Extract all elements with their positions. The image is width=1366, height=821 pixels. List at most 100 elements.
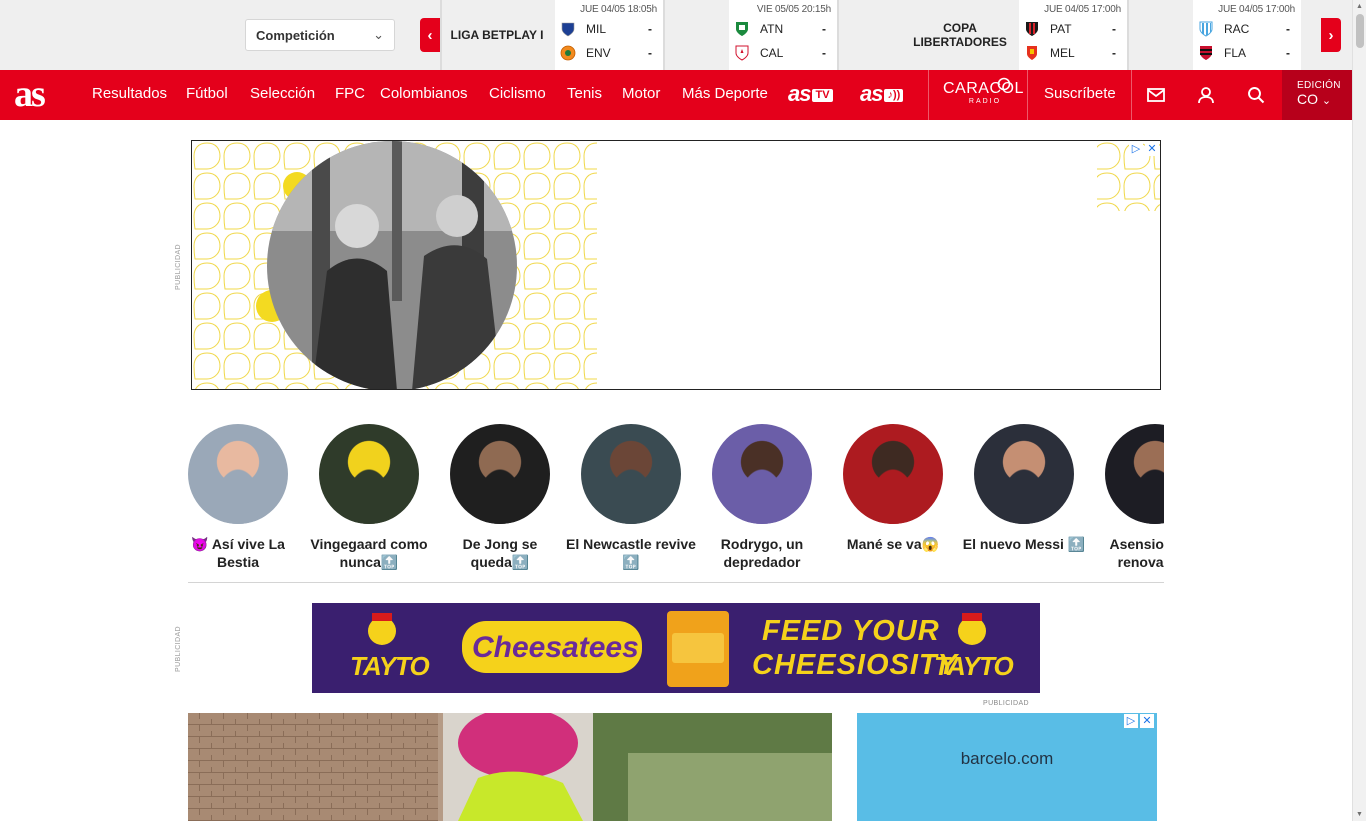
story-item[interactable]: El Newcastle revive 🔝 — [566, 424, 696, 570]
main-nav: as Resultados Fútbol Selección FPC Colom… — [0, 70, 1352, 120]
nav-item-tenis[interactable]: Tenis — [567, 70, 602, 120]
team-crest-icon — [734, 45, 750, 61]
match-card[interactable]: JUE 04/05 18:05h MIL - ENV - — [555, 0, 663, 70]
match-time: JUE 04/05 17:00h — [1044, 4, 1121, 15]
side-ad[interactable]: barcelo.com ▷ ✕ — [857, 713, 1157, 821]
team-abbr: FLA — [1224, 46, 1247, 60]
story-avatar-figure — [712, 424, 812, 524]
match-away-team: ENV - — [560, 43, 658, 63]
vertical-scrollbar[interactable]: ▲ ▼ — [1352, 0, 1366, 821]
subscribe-link[interactable]: Suscríbete — [1044, 70, 1116, 120]
story-caption: Rodrygo, un depredador — [720, 536, 804, 570]
banner-ad[interactable]: TAYTO Cheesatees FEED YOUR CHEESIOSITY T… — [312, 603, 1040, 693]
competition-label[interactable]: LIGA BETPLAY I — [444, 0, 550, 70]
nav-item-resultados[interactable]: Resultados — [92, 70, 167, 120]
close-icon[interactable]: ✕ — [1145, 142, 1159, 156]
story-avatar — [1105, 424, 1164, 524]
nav-item-colombianos[interactable]: Colombianos — [380, 70, 468, 120]
user-icon[interactable] — [1194, 83, 1218, 107]
caracol-circle-icon — [997, 77, 1011, 91]
banner-brand-left: TAYTO — [350, 651, 430, 681]
edition-selector[interactable]: EDICIÓN CO ⌄ — [1282, 70, 1352, 120]
as-audio-main: as — [860, 81, 884, 106]
hero-image[interactable] — [188, 713, 832, 821]
match-home-team: ATN - — [734, 19, 832, 39]
match-away-team: CAL - — [734, 43, 832, 63]
ad-label: PUBLICIDAD — [983, 700, 1030, 707]
team-score: - — [648, 46, 652, 60]
mail-icon[interactable] — [1144, 83, 1168, 107]
nav-item-futbol[interactable]: Fútbol — [186, 70, 228, 120]
story-avatar — [319, 424, 419, 524]
as-tv-main: as — [788, 81, 812, 106]
nav-divider — [928, 70, 929, 120]
match-card[interactable]: JUE 04/05 17:00h RAC - FLA - — [1193, 0, 1301, 70]
match-card[interactable]: JUE 04/05 17:00h PAT - MEL - — [1019, 0, 1127, 70]
competition-select[interactable]: Competición ⌄ — [245, 19, 395, 51]
as-audio-link[interactable]: as ♪)) — [860, 81, 904, 108]
competition-label[interactable]: COPA LIBERTADORES — [901, 0, 1019, 70]
ad-controls: ▷ ✕ — [1129, 142, 1159, 156]
side-ad-domain: barcelo.com — [960, 749, 1054, 768]
scroll-up-icon[interactable]: ▲ — [1356, 3, 1363, 10]
story-avatar-figure — [188, 424, 288, 524]
team-score: - — [1286, 22, 1290, 36]
stories-carousel: 😈 Así vive La Bestia Vingegaard como nunc… — [188, 424, 1164, 574]
adchoices-icon[interactable]: ▷ — [1124, 714, 1138, 728]
nav-divider — [1131, 70, 1132, 120]
story-avatar — [843, 424, 943, 524]
story-avatar — [450, 424, 550, 524]
banner-headline-1: FEED YOUR — [762, 615, 940, 647]
story-caption: 😈 Así vive La Bestia — [191, 536, 285, 570]
nav-item-motor[interactable]: Motor — [622, 70, 660, 120]
story-avatar — [188, 424, 288, 524]
story-item[interactable]: El nuevo Messi 🔝 — [963, 424, 1085, 552]
story-item[interactable]: 😈 Así vive La Bestia — [188, 424, 288, 570]
scoreboard-divider — [1127, 0, 1129, 70]
story-avatar — [581, 424, 681, 524]
nav-item-seleccion[interactable]: Selección — [250, 70, 315, 120]
edition-value: CO ⌄ — [1297, 91, 1331, 107]
team-crest-icon — [1024, 21, 1040, 37]
story-item[interactable]: De Jong se queda🔝 — [450, 424, 550, 570]
story-caption: De Jong se queda🔝 — [462, 536, 538, 570]
as-tv-link[interactable]: as TV — [788, 82, 833, 108]
nav-item-fpc[interactable]: FPC — [335, 70, 365, 120]
as-audio-tag: ♪)) — [884, 89, 904, 102]
scoreboard-divider — [663, 0, 665, 70]
page: { "scoreboard": { "competition_select": … — [0, 0, 1366, 821]
team-score: - — [648, 22, 652, 36]
story-avatar-figure — [319, 424, 419, 524]
scroll-down-icon[interactable]: ▼ — [1356, 811, 1363, 818]
search-icon[interactable] — [1244, 83, 1268, 107]
story-caption: El Newcastle revive 🔝 — [566, 536, 696, 570]
as-tv-tag: TV — [812, 89, 833, 102]
nav-item-ciclismo[interactable]: Ciclismo — [489, 70, 546, 120]
match-card[interactable]: VIE 05/05 20:15h ATN - CAL - — [729, 0, 837, 70]
caracol-radio-logo[interactable]: CARACOL RADIO — [943, 77, 1023, 112]
match-home-team: MIL - — [560, 19, 658, 39]
match-away-team: MEL - — [1024, 43, 1122, 63]
leaderboard-ad[interactable]: ▷ ✕ — [191, 140, 1161, 390]
story-item[interactable]: Rodrygo, un depredador — [712, 424, 812, 570]
team-crest-icon — [734, 21, 750, 37]
as-logo[interactable]: as — [14, 75, 46, 113]
story-caption: El nuevo Messi 🔝 — [962, 536, 1086, 552]
scoreboard-prev-button[interactable]: ‹ — [420, 18, 440, 52]
story-item[interactable]: Vingegaard como nunca🔝 — [310, 424, 428, 570]
scrollbar-thumb[interactable] — [1356, 14, 1364, 48]
adchoices-icon[interactable]: ▷ — [1129, 142, 1143, 156]
story-avatar-figure — [843, 424, 943, 524]
team-crest-icon — [1024, 45, 1040, 61]
caracol-sub: RADIO — [968, 98, 1002, 105]
edition-code: CO — [1297, 91, 1318, 107]
team-crest-icon — [560, 21, 576, 37]
match-time: JUE 04/05 17:00h — [1218, 4, 1295, 15]
nav-item-mas-deporte[interactable]: Más Deporte — [682, 70, 768, 120]
team-abbr: MIL — [586, 22, 607, 36]
story-item[interactable]: Mané se va😱 — [843, 424, 943, 552]
banner-headline-2: CHEESIOSITY — [752, 649, 958, 681]
scoreboard-next-button[interactable]: › — [1321, 18, 1341, 52]
close-icon[interactable]: ✕ — [1140, 714, 1154, 728]
story-item[interactable]: Asensio gana renovación — [1105, 424, 1164, 570]
